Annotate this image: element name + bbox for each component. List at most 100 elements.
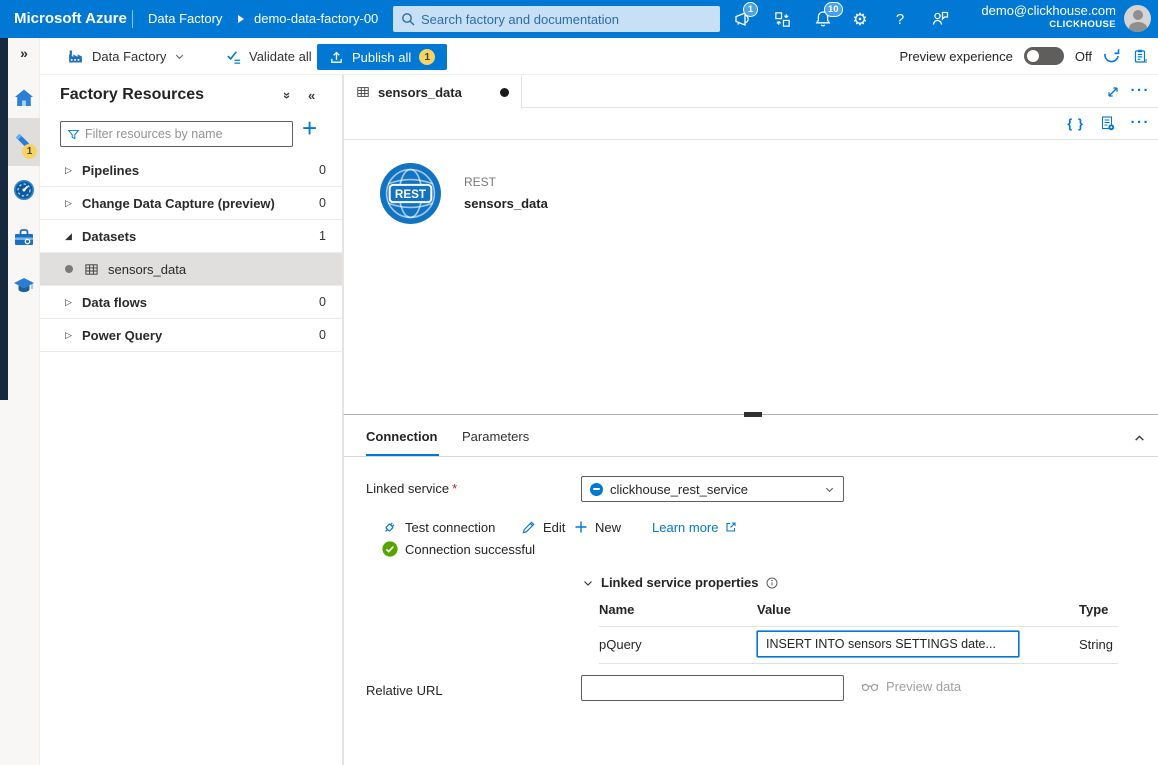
relative-url-input[interactable] [581, 675, 844, 701]
search-icon [401, 12, 415, 26]
panel-resize-handle[interactable] [744, 412, 762, 417]
validate-check-icon [225, 48, 242, 65]
new-button[interactable]: New [574, 517, 621, 537]
double-chevron-left-icon: « [308, 88, 315, 103]
expand-nav-button[interactable]: » [8, 42, 40, 64]
learn-more-link[interactable]: Learn more [652, 517, 737, 537]
linked-service-dropdown[interactable]: clickhouse_rest_service [581, 476, 844, 502]
tree-item-label: Power Query [82, 328, 162, 343]
tree-item-label: sensors_data [108, 262, 186, 277]
factory-menu-button[interactable]: Data Factory [67, 44, 185, 69]
tree-item-count: 0 [319, 295, 326, 309]
breadcrumb-factory-name[interactable]: demo-data-factory-00 [254, 0, 392, 38]
tree-item-count: 1 [319, 229, 326, 243]
announcements-button[interactable]: 1 [727, 0, 757, 38]
switch-data-factory-icon [773, 10, 792, 29]
tree-item-label: Data flows [82, 295, 147, 310]
collapsed-triangle-icon[interactable]: ▷ [65, 330, 79, 341]
publish-count-badge: 1 [419, 49, 435, 65]
feedback-button[interactable] [925, 0, 955, 38]
add-resource-button[interactable]: + [302, 115, 317, 141]
expand-diagonal-icon[interactable] [1106, 85, 1120, 99]
switch-data-factory-button[interactable] [767, 0, 797, 38]
global-search [393, 6, 720, 32]
tree-item-data-flows[interactable]: ▷ Data flows 0 [40, 286, 342, 319]
info-icon[interactable] [766, 577, 778, 589]
glasses-icon [861, 681, 879, 692]
tree-item-pipelines[interactable]: ▷ Pipelines 0 [40, 154, 342, 187]
help-icon: ? [896, 12, 904, 27]
avatar[interactable] [1124, 5, 1151, 32]
home-icon [12, 86, 36, 110]
filter-resources-input[interactable] [85, 127, 286, 141]
tree-item-power-query[interactable]: ▷ Power Query 0 [40, 319, 342, 352]
tab-parameters[interactable]: Parameters [462, 429, 529, 444]
refresh-icon[interactable] [1103, 47, 1121, 65]
collapsed-triangle-icon[interactable]: ▷ [65, 198, 79, 209]
announcements-badge: 1 [743, 2, 758, 17]
edit-button[interactable]: Edit [521, 517, 565, 537]
chevron-up-icon[interactable] [1133, 432, 1146, 445]
edit-pencil-icon [521, 520, 536, 535]
editor-tab-bar: sensors_data ··· [344, 75, 1158, 108]
nav-monitor-button[interactable] [8, 174, 40, 206]
nav-home-button[interactable] [8, 82, 40, 114]
unsaved-changes-dot [500, 88, 509, 97]
code-view-button[interactable]: { } [1067, 116, 1084, 131]
nav-manage-button[interactable] [8, 222, 40, 254]
tab-more-button[interactable]: ··· [1131, 83, 1151, 98]
collapsed-triangle-icon[interactable]: ▷ [65, 297, 79, 308]
azure-logo-text[interactable]: Microsoft Azure [14, 0, 127, 38]
collapsed-triangle-icon[interactable]: ▷ [65, 165, 79, 176]
validate-all-button[interactable]: Validate all [225, 44, 312, 69]
filter-funnel-icon [67, 128, 80, 141]
account-tenant: CLICKHOUSE [981, 19, 1116, 31]
collapse-panel-button[interactable]: « [308, 89, 315, 102]
chevron-down-icon [582, 577, 594, 589]
properties-doc-gear-icon[interactable] [1100, 115, 1116, 132]
required-asterisk: * [452, 481, 457, 496]
breadcrumb-app[interactable]: Data Factory [148, 0, 222, 38]
account-info[interactable]: demo@clickhouse.com CLICKHOUSE [981, 3, 1116, 31]
settings-button[interactable]: ⚙ [845, 0, 875, 38]
resource-filter [60, 121, 293, 147]
double-chevron-right-icon: » [20, 45, 28, 61]
tree-item-datasets[interactable]: ◢ Datasets 1 [40, 220, 342, 253]
linked-service-value: clickhouse_rest_service [610, 482, 748, 497]
properties-title: Linked service properties [601, 575, 759, 590]
help-button[interactable]: ? [885, 0, 915, 38]
preview-experience-state: Off [1075, 49, 1092, 64]
tree-item-sensors-data[interactable]: sensors_data [40, 253, 342, 286]
tab-connection[interactable]: Connection [366, 429, 438, 444]
property-value-input[interactable] [757, 631, 1019, 657]
linked-service-label: Linked service* [366, 481, 457, 496]
test-connection-button[interactable]: Test connection [382, 517, 495, 537]
table-header-divider [599, 626, 1118, 627]
connection-status-text: Connection successful [405, 542, 535, 557]
publish-all-label: Publish all [352, 50, 411, 65]
expanded-triangle-icon[interactable]: ◢ [65, 231, 79, 242]
author-changes-badge: 1 [22, 144, 37, 159]
nav-learning-button[interactable] [8, 270, 40, 302]
factory-icon [67, 48, 84, 65]
tab-sensors-data[interactable]: sensors_data [344, 75, 522, 109]
collapse-all-button[interactable]: » [284, 89, 291, 102]
plug-icon [382, 519, 398, 535]
success-check-icon [382, 541, 398, 557]
canvas-more-button[interactable]: ··· [1131, 115, 1151, 130]
dataset-canvas: sensors_data ··· { } ··· REST REST senso… [343, 75, 1158, 415]
rest-dataset-icon[interactable]: REST [379, 162, 442, 225]
table-row-divider [599, 663, 1118, 664]
avatar-head [1133, 10, 1143, 20]
search-input[interactable] [421, 12, 712, 27]
linked-service-properties-header[interactable]: Linked service properties [582, 575, 778, 590]
preview-experience-toggle[interactable] [1024, 47, 1064, 65]
new-label: New [595, 520, 621, 535]
tree-item-change-data-capture[interactable]: ▷ Change Data Capture (preview) 0 [40, 187, 342, 220]
preview-data-button[interactable]: Preview data [861, 679, 961, 694]
publish-all-button[interactable]: Publish all 1 [317, 44, 447, 70]
notifications-button[interactable]: 10 [808, 0, 838, 38]
azure-data-factory-app: Microsoft Azure Data Factory demo-data-f… [0, 0, 1158, 765]
clipboard-list-icon[interactable] [1132, 48, 1148, 65]
studio-toolbar: Data Factory Validate all Publish all 1 … [40, 38, 1158, 75]
